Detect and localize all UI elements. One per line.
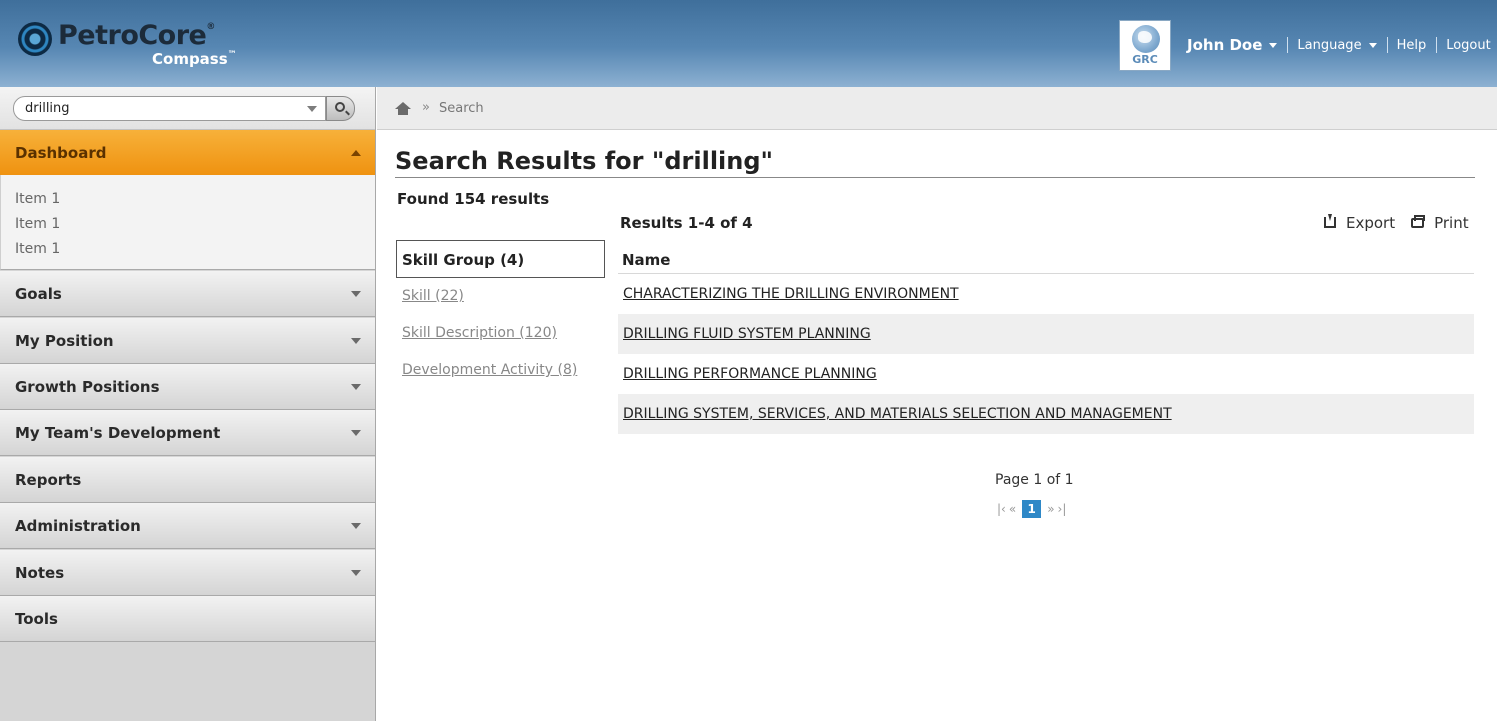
sidebar-item-label: Administration (15, 517, 141, 535)
chevron-down-icon (351, 338, 361, 344)
sidebar-item-label: My Position (15, 332, 114, 350)
facet-label: Skill Group (4) (402, 251, 525, 269)
results-found-count: Found 154 results (397, 190, 550, 208)
print-label: Print (1434, 214, 1469, 232)
sidebar-item-label: My Team's Development (15, 424, 221, 442)
search-button[interactable] (326, 96, 355, 121)
grc-badge[interactable]: GRC (1119, 20, 1171, 71)
divider (1386, 37, 1388, 53)
user-menu-button[interactable]: John Doe (1187, 36, 1278, 54)
app-header: PetroCore® Compass™ GRC John Doe Languag… (0, 0, 1497, 87)
result-link[interactable]: CHARACTERIZING THE DRILLING ENVIRONMENT (623, 286, 959, 302)
logo-product-name: Compass (152, 50, 228, 68)
download-icon (1324, 214, 1336, 228)
page-title: Search Results for "drilling" (395, 147, 774, 175)
language-label: Language (1297, 37, 1362, 53)
sidebar-item-goals[interactable]: Goals (0, 271, 375, 317)
sidebar-item-administration[interactable]: Administration (0, 503, 375, 549)
breadcrumb-separator: » (422, 100, 430, 115)
chevron-down-icon (351, 384, 361, 390)
breadcrumb-current: Search (439, 101, 484, 116)
submenu-item[interactable]: Item 1 (15, 241, 60, 257)
first-page-button[interactable]: |‹ (997, 502, 1006, 516)
result-link[interactable]: DRILLING SYSTEM, SERVICES, AND MATERIALS… (623, 406, 1172, 422)
printer-icon (1411, 215, 1426, 228)
chevron-down-icon (1368, 42, 1377, 48)
logo-brand-name: PetroCore (58, 20, 207, 51)
sidebar-item-label: Growth Positions (15, 378, 160, 396)
export-label: Export (1346, 214, 1396, 232)
column-header-name[interactable]: Name (622, 251, 670, 269)
prev-page-button[interactable]: « (1009, 502, 1016, 516)
chevron-down-icon (1269, 43, 1278, 48)
sidebar-item-label: Tools (15, 610, 58, 628)
logo-registered-mark: ® (206, 22, 215, 32)
next-page-button[interactable]: » (1047, 502, 1054, 516)
chevron-down-icon (351, 523, 361, 529)
table-row: DRILLING FLUID SYSTEM PLANNING (618, 314, 1474, 354)
sidebar: Dashboard Item 1 Item 1 Item 1 Goals My … (0, 87, 376, 721)
submenu-item[interactable]: Item 1 (15, 216, 60, 232)
chevron-down-icon (351, 430, 361, 436)
home-icon[interactable] (395, 102, 411, 115)
table-row: CHARACTERIZING THE DRILLING ENVIRONMENT (618, 274, 1474, 314)
help-link[interactable]: Help (1397, 38, 1427, 53)
sidebar-item-label: Goals (15, 285, 62, 303)
grc-badge-label: GRC (1132, 53, 1158, 66)
submenu-item[interactable]: Item 1 (15, 191, 60, 207)
table-row: DRILLING PERFORMANCE PLANNING (618, 354, 1474, 394)
language-menu-button[interactable]: Language (1297, 37, 1377, 53)
results-actions: Export Print (1324, 214, 1469, 232)
breadcrumb: » Search (377, 87, 1497, 130)
result-link[interactable]: DRILLING FLUID SYSTEM PLANNING (623, 326, 871, 342)
result-link[interactable]: DRILLING PERFORMANCE PLANNING (623, 366, 877, 382)
sidebar-item-notes[interactable]: Notes (0, 550, 375, 596)
divider (1287, 37, 1289, 53)
sidebar-item-label: Dashboard (15, 144, 107, 162)
facet-skill[interactable]: Skill (22) (402, 288, 464, 304)
sidebar-item-label: Reports (15, 471, 82, 489)
search-field[interactable] (13, 96, 326, 121)
current-page-button[interactable]: 1 (1022, 500, 1042, 518)
last-page-button[interactable]: ›| (1058, 502, 1067, 516)
search-input[interactable] (25, 100, 295, 117)
sidebar-item-growth-positions[interactable]: Growth Positions (0, 364, 375, 410)
sidebar-item-reports[interactable]: Reports (0, 457, 375, 503)
facet-skill-group[interactable]: Skill Group (4) (396, 240, 605, 278)
logo-mark-icon (18, 22, 52, 56)
search-bar (0, 87, 375, 130)
top-navigation: John Doe Language Help Logout (1187, 36, 1491, 54)
chevron-down-icon (351, 570, 361, 576)
sidebar-item-dashboard[interactable]: Dashboard (0, 130, 375, 176)
chevron-up-icon (351, 150, 361, 156)
sidebar-item-my-position[interactable]: My Position (0, 318, 375, 364)
results-summary: Results 1-4 of 4 (620, 214, 753, 232)
search-dropdown-icon[interactable] (307, 106, 317, 112)
main-content: » Search Search Results for "drilling" F… (377, 87, 1497, 721)
globe-icon (1132, 25, 1160, 53)
user-name: John Doe (1187, 36, 1263, 54)
pagination-label: Page 1 of 1 (995, 472, 1074, 488)
sidebar-item-tools[interactable]: Tools (0, 596, 375, 642)
title-divider (395, 177, 1475, 178)
pagination: |‹ « 1 » ›| (997, 500, 1069, 518)
dashboard-submenu: Item 1 Item 1 Item 1 (0, 175, 375, 270)
search-icon (335, 102, 345, 112)
divider (1436, 37, 1438, 53)
facet-development-activity[interactable]: Development Activity (8) (402, 362, 577, 378)
chevron-down-icon (351, 291, 361, 297)
logout-link[interactable]: Logout (1446, 38, 1491, 53)
table-row: DRILLING SYSTEM, SERVICES, AND MATERIALS… (618, 394, 1474, 434)
sidebar-item-label: Notes (15, 564, 65, 582)
facet-skill-description[interactable]: Skill Description (120) (402, 325, 557, 341)
sidebar-item-my-teams-development[interactable]: My Team's Development (0, 410, 375, 456)
logo-trademark: ™ (227, 50, 237, 60)
print-button[interactable]: Print (1395, 214, 1469, 232)
export-button[interactable]: Export (1324, 214, 1395, 232)
